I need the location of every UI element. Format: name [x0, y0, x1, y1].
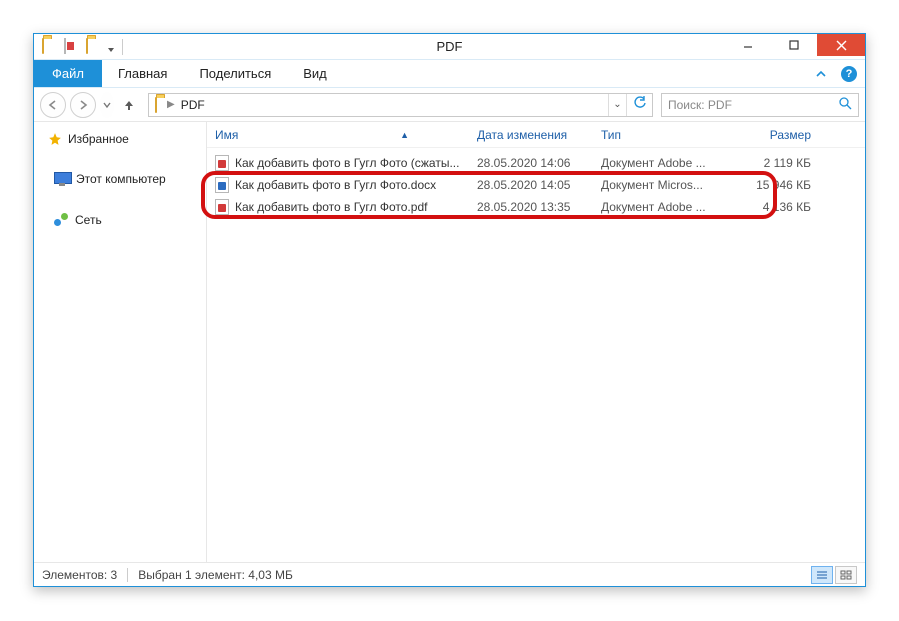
star-icon [48, 132, 62, 146]
status-item-count: Элементов: 3 [42, 568, 117, 582]
separator [122, 39, 123, 55]
file-name: Как добавить фото в Гугл Фото.pdf [235, 200, 427, 214]
new-document-icon[interactable] [64, 39, 80, 55]
file-type: Документ Micros... [593, 178, 725, 192]
quick-access-toolbar [34, 39, 125, 55]
folder-icon [42, 39, 58, 55]
sidebar-label: Сеть [75, 213, 102, 227]
status-bar: Элементов: 3 Выбран 1 элемент: 4,03 МБ [34, 562, 865, 586]
navigation-bar: ▶ PDF ⌄ Поиск: PDF [34, 88, 865, 122]
sidebar-label: Этот компьютер [76, 172, 166, 186]
search-icon[interactable] [838, 96, 852, 113]
address-dropdown-icon[interactable]: ⌄ [608, 94, 626, 116]
back-button[interactable] [40, 92, 66, 118]
file-row[interactable]: Как добавить фото в Гугл Фото.docx 28.05… [207, 174, 865, 196]
qat-dropdown-icon[interactable] [108, 48, 114, 52]
column-header-name[interactable]: Имя ▲ [207, 128, 469, 142]
tab-view[interactable]: Вид [287, 60, 343, 87]
ribbon-tabs: Файл Главная Поделиться Вид ? [34, 60, 865, 88]
file-row[interactable]: Как добавить фото в Гугл Фото (сжаты... … [207, 152, 865, 174]
search-placeholder: Поиск: PDF [668, 98, 732, 112]
content-area: Избранное Этот компьютер Сеть Имя ▲ Дата… [34, 122, 865, 562]
minimize-button[interactable] [725, 34, 771, 56]
sidebar-item-favorites[interactable]: Избранное [34, 128, 206, 150]
separator [127, 568, 128, 582]
file-date: 28.05.2020 14:06 [469, 156, 593, 170]
column-header-date[interactable]: Дата изменения [469, 128, 593, 142]
address-bar[interactable]: ▶ PDF ⌄ [148, 93, 653, 117]
file-name: Как добавить фото в Гугл Фото (сжаты... [235, 156, 459, 170]
computer-icon [54, 172, 70, 186]
file-size: 15 946 КБ [725, 178, 819, 192]
file-list-pane: Имя ▲ Дата изменения Тип Размер Как доба… [207, 122, 865, 562]
file-tab[interactable]: Файл [34, 60, 102, 87]
close-button[interactable] [817, 34, 865, 56]
window-controls [725, 34, 865, 56]
folder-icon[interactable] [86, 39, 102, 55]
file-row[interactable]: Как добавить фото в Гугл Фото.pdf 28.05.… [207, 196, 865, 218]
sidebar-item-network[interactable]: Сеть [34, 208, 206, 231]
file-type: Документ Adobe ... [593, 156, 725, 170]
docx-icon [215, 177, 229, 193]
tab-share[interactable]: Поделиться [183, 60, 287, 87]
status-selection: Выбран 1 элемент: 4,03 МБ [138, 568, 293, 582]
explorer-window: PDF Файл Главная Поделиться Вид ? [33, 33, 866, 587]
title-bar: PDF [34, 34, 865, 60]
file-date: 28.05.2020 13:35 [469, 200, 593, 214]
file-date: 28.05.2020 14:05 [469, 178, 593, 192]
network-icon [54, 212, 69, 227]
thumbnails-view-button[interactable] [835, 566, 857, 584]
navigation-pane: Избранное Этот компьютер Сеть [34, 122, 207, 562]
file-rows: Как добавить фото в Гугл Фото (сжаты... … [207, 148, 865, 218]
column-header-size[interactable]: Размер [725, 128, 819, 142]
view-switcher [811, 566, 857, 584]
pdf-icon [215, 199, 229, 215]
chevron-right-icon[interactable]: ▶ [163, 99, 179, 110]
file-name: Как добавить фото в Гугл Фото.docx [235, 178, 436, 192]
file-size: 2 119 КБ [725, 156, 819, 170]
column-headers: Имя ▲ Дата изменения Тип Размер [207, 122, 865, 148]
up-button[interactable] [118, 94, 140, 116]
column-header-type[interactable]: Тип [593, 128, 725, 142]
refresh-button[interactable] [626, 94, 652, 116]
breadcrumb[interactable]: PDF [179, 98, 207, 112]
folder-icon [155, 98, 157, 112]
file-type: Документ Adobe ... [593, 200, 725, 214]
sort-ascending-icon: ▲ [400, 130, 409, 140]
pdf-icon [215, 155, 229, 171]
ribbon-expand-button[interactable] [807, 60, 835, 88]
sidebar-label: Избранное [68, 132, 129, 146]
file-size: 4 136 КБ [725, 200, 819, 214]
details-view-button[interactable] [811, 566, 833, 584]
sidebar-item-computer[interactable]: Этот компьютер [34, 168, 206, 190]
history-dropdown-icon[interactable] [100, 92, 114, 118]
forward-button[interactable] [70, 92, 96, 118]
column-label: Имя [215, 128, 238, 142]
maximize-button[interactable] [771, 34, 817, 56]
help-button[interactable]: ? [835, 60, 863, 88]
search-input[interactable]: Поиск: PDF [661, 93, 859, 117]
tab-home[interactable]: Главная [102, 60, 183, 87]
